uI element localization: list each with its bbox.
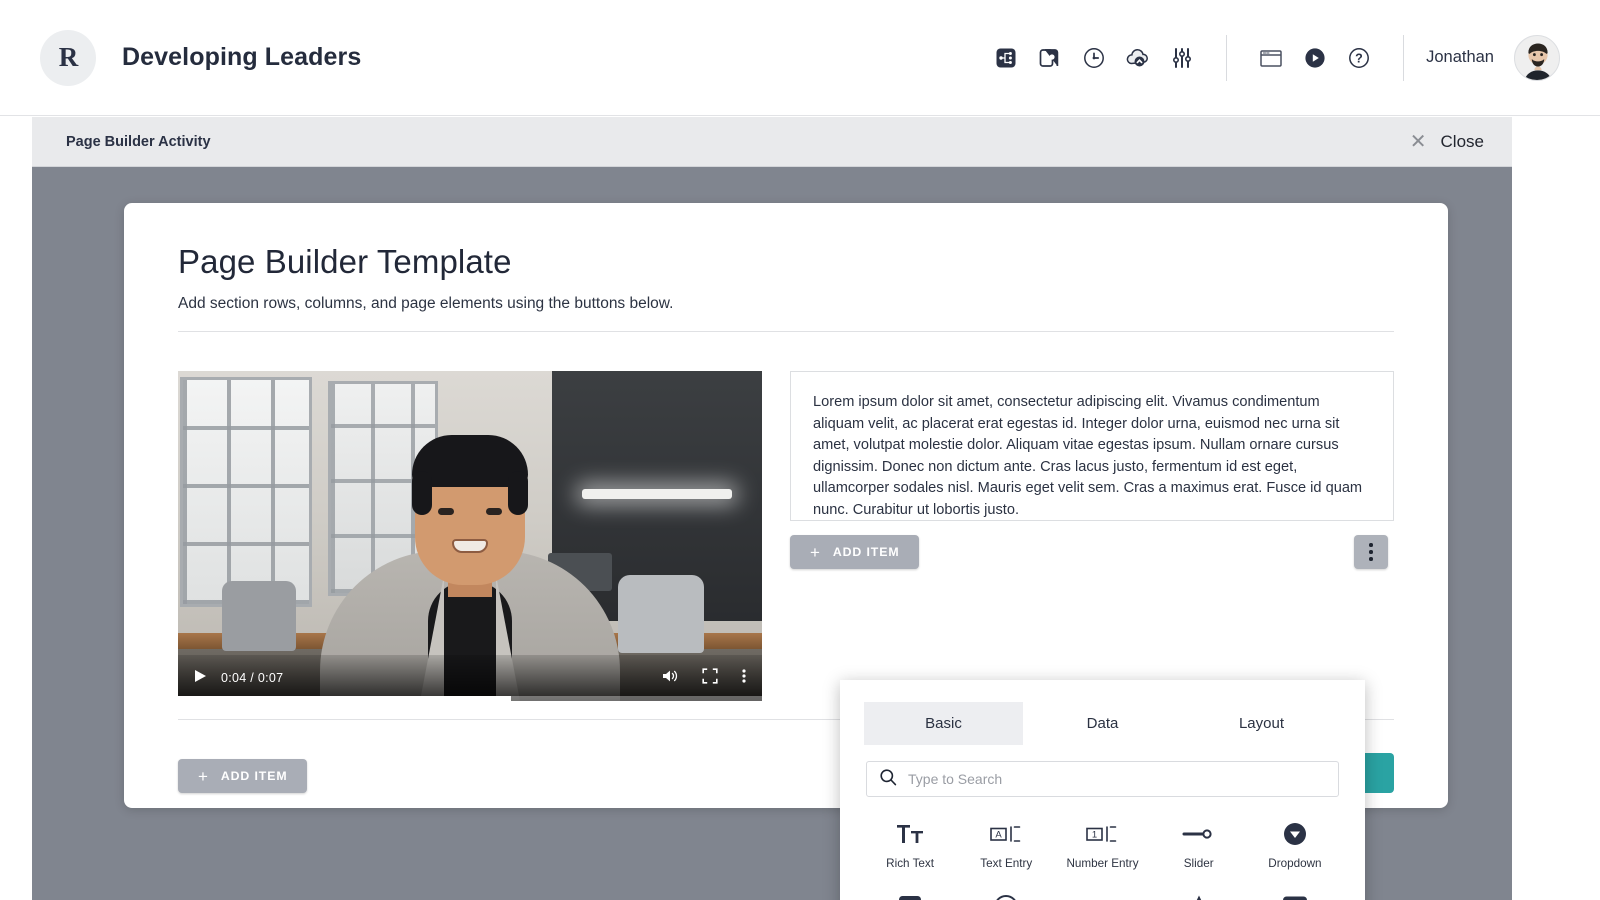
brand[interactable]: R Developing Leaders <box>0 29 362 86</box>
close-icon: ✕ <box>1409 130 1427 153</box>
avatar[interactable] <box>1514 34 1560 81</box>
cloud-upload-icon[interactable] <box>1116 36 1160 80</box>
divider-top <box>178 331 1394 332</box>
video-controls: 0:04 / 0:07 <box>178 655 762 701</box>
play-circle-icon[interactable] <box>1293 36 1337 80</box>
activity-bar: Page Builder Activity ✕ Close <box>32 117 1512 167</box>
picker-tabs: Basic Data Layout <box>840 680 1365 745</box>
top-navbar: R Developing Leaders ? Jonathan <box>0 0 1600 116</box>
play-icon[interactable] <box>194 669 207 688</box>
radio-icon <box>993 892 1019 900</box>
search-icon <box>879 768 897 791</box>
plus-icon: + <box>810 542 821 562</box>
element-image[interactable]: Image <box>1247 884 1343 900</box>
element-dropdown[interactable]: Dropdown <box>1247 811 1343 878</box>
brand-logo-letter: R <box>58 42 78 72</box>
element-label: Slider <box>1183 857 1214 870</box>
navbar-divider <box>1226 34 1228 81</box>
add-item-button-right[interactable]: + ADD ITEM <box>790 535 920 569</box>
element-rich-text[interactable]: Rich Text <box>862 811 958 878</box>
add-item-label: ADD ITEM <box>220 769 288 783</box>
svg-text:?: ? <box>1355 51 1363 65</box>
element-checkbox[interactable]: Checkbox <box>862 884 958 900</box>
page-title: Page Builder Template <box>178 243 512 280</box>
element-rating[interactable]: Rating <box>1151 884 1247 900</box>
image-icon <box>1281 892 1309 900</box>
video-more-icon[interactable] <box>742 668 746 689</box>
video-time-display: 0:04 / 0:07 <box>221 671 284 685</box>
element-text-entry[interactable]: A Text Entry <box>958 811 1054 878</box>
video-player[interactable]: 0:04 / 0:07 <box>178 371 762 701</box>
likert-icon <box>1082 892 1122 900</box>
element-radio[interactable]: Radio <box>958 884 1054 900</box>
add-item-button-left[interactable]: + ADD ITEM <box>178 759 308 793</box>
search-input[interactable] <box>908 771 1326 787</box>
activity-title: Page Builder Activity <box>66 133 211 150</box>
rich-text-block[interactable]: Lorem ipsum dolor sit amet, consectetur … <box>790 371 1394 521</box>
window-preview-icon[interactable] <box>1249 36 1293 80</box>
close-activity-button[interactable]: ✕ Close <box>1410 132 1484 152</box>
video-frame-image <box>178 371 762 701</box>
element-label: Text Entry <box>980 857 1033 870</box>
rich-text-content: Lorem ipsum dolor sit amet, consectetur … <box>813 394 1363 518</box>
volume-icon[interactable] <box>661 668 678 689</box>
user-name-label: Jonathan <box>1426 48 1494 66</box>
search-field-wrapper[interactable] <box>866 761 1339 797</box>
builder-stage: Page Builder Template Add section rows, … <box>32 167 1512 900</box>
sliders-icon[interactable] <box>1160 36 1204 80</box>
close-label: Close <box>1440 131 1484 151</box>
page-subtitle: Add section rows, columns, and page elem… <box>178 295 674 312</box>
svg-text:1: 1 <box>1092 830 1097 841</box>
tab-data[interactable]: Data <box>1023 702 1182 745</box>
app-root: R Developing Leaders ? Jonathan Page Bui… <box>0 0 1600 900</box>
tab-basic[interactable]: Basic <box>864 702 1023 745</box>
svg-text:A: A <box>996 830 1003 841</box>
plus-icon: + <box>198 766 209 786</box>
video-controls-right <box>661 667 746 689</box>
clock-icon[interactable] <box>1072 36 1116 80</box>
help-circle-icon[interactable]: ? <box>1337 36 1381 80</box>
video-progress-bar[interactable] <box>178 696 762 701</box>
workflow-icon[interactable] <box>984 36 1028 80</box>
add-item-label: ADD ITEM <box>832 545 900 559</box>
rating-star-icon <box>1185 892 1213 900</box>
element-likert[interactable]: Likert <box>1054 884 1150 900</box>
navbar-divider-2 <box>1403 34 1405 81</box>
element-label: Dropdown <box>1268 857 1322 870</box>
brand-logo-r-icon: R <box>40 29 96 86</box>
navbar-actions: ? Jonathan <box>984 34 1600 81</box>
slider-icon <box>1181 819 1217 849</box>
rich-text-icon <box>895 819 925 849</box>
element-slider[interactable]: Slider <box>1151 811 1247 878</box>
pages-icon[interactable] <box>1028 36 1072 80</box>
checkbox-icon <box>897 892 923 900</box>
app-title: Developing Leaders <box>122 43 362 71</box>
element-label: Rich Text <box>886 857 935 870</box>
element-grid: Rich Text A Text Entry 1 Number Entry Sl… <box>840 797 1365 900</box>
number-entry-icon: 1 <box>1085 819 1119 849</box>
element-picker-popover: Basic Data Layout Type to Search Rich Te… <box>840 680 1365 900</box>
dropdown-icon <box>1282 819 1308 849</box>
tab-layout[interactable]: Layout <box>1182 702 1341 745</box>
element-label: Number Entry <box>1066 857 1139 870</box>
text-entry-icon: A <box>989 819 1023 849</box>
element-number-entry[interactable]: 1 Number Entry <box>1054 811 1150 878</box>
more-options-icon[interactable] <box>1354 535 1388 569</box>
fullscreen-icon[interactable] <box>702 667 718 689</box>
